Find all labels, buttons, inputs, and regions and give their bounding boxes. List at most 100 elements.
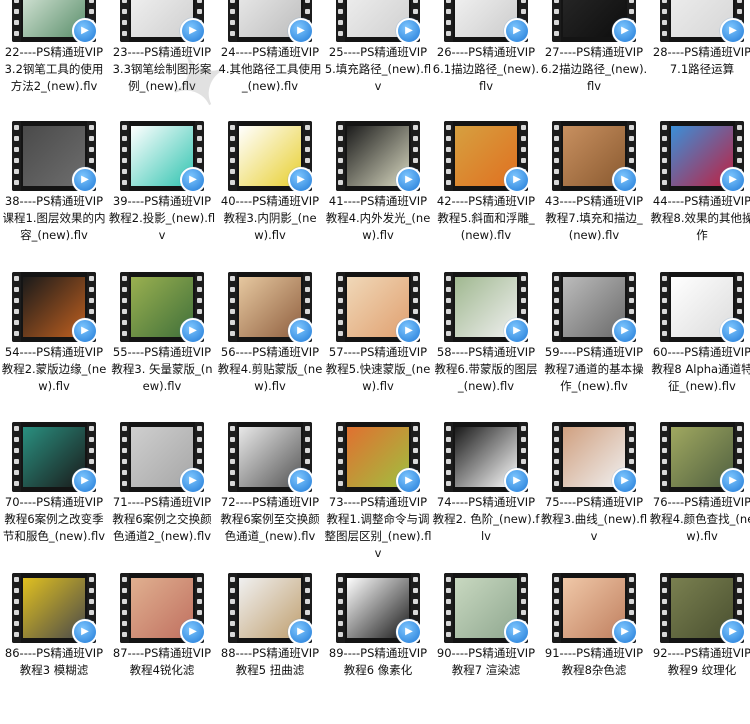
file-item[interactable]: ▶ 25----PS精通班VIP5.填充路径_(new).flv (324, 0, 432, 123)
file-item[interactable]: ▶ 41----PS精通班VIP教程4.内外发光_(new).flv (324, 121, 432, 272)
video-thumbnail[interactable]: ▶ (660, 272, 744, 342)
film-hole (89, 437, 94, 442)
video-thumbnail[interactable]: ▶ (120, 422, 204, 492)
film-hole (554, 588, 559, 593)
video-thumbnail[interactable]: ▶ (552, 272, 636, 342)
film-hole (338, 136, 343, 141)
video-thumbnail[interactable]: ▶ (444, 272, 528, 342)
video-thumbnail[interactable]: ▶ (552, 121, 636, 191)
file-item[interactable]: ▶ 27----PS精通班VIP6.2描边路径_(new).flv (540, 0, 648, 123)
file-item[interactable]: ▶ 39----PS精通班VIP教程2.投影_(new).flv (108, 121, 216, 272)
video-thumbnail[interactable]: ▶ (120, 573, 204, 643)
film-hole (338, 426, 343, 431)
file-item[interactable]: ▶ 26----PS精通班VIP6.1描边路径_(new).flv (432, 0, 540, 123)
film-hole (413, 0, 418, 3)
video-file-icon: ▶ (180, 318, 204, 342)
file-item[interactable]: ▶ 88----PS精通班VIP教程5 扭曲滤 (216, 573, 324, 724)
file-item[interactable]: ▶ 22----PS精通班VIP3.2钢笔工具的使用方法2_(new).flv (0, 0, 108, 123)
film-hole (662, 287, 667, 292)
file-name: 44----PS精通班VIP教程8.效果的其他操作 (650, 194, 750, 242)
file-item[interactable]: ▶ 89----PS精通班VIP教程6 像素化 (324, 573, 432, 724)
video-thumbnail[interactable]: ▶ (336, 272, 420, 342)
video-file-icon: ▶ (288, 318, 312, 342)
video-file-icon: ▶ (180, 468, 204, 492)
file-item[interactable]: ▶ 92----PS精通班VIP教程9 纹理化 (648, 573, 750, 724)
film-hole (629, 459, 634, 464)
file-item[interactable]: ▶ 76----PS精通班VIP教程4.颜色查找_(new).flv (648, 422, 750, 573)
video-thumbnail[interactable]: ▶ (12, 0, 96, 42)
film-hole (197, 426, 202, 431)
film-hole (446, 610, 451, 615)
video-thumbnail[interactable]: ▶ (228, 0, 312, 42)
film-strip (12, 272, 21, 342)
film-strip (12, 0, 21, 42)
file-item[interactable]: ▶ 58----PS精通班VIP教程6.带蒙版的图层_(new).flv (432, 272, 540, 423)
file-item[interactable]: ▶ 44----PS精通班VIP教程8.效果的其他操作 (648, 121, 750, 272)
video-thumbnail[interactable]: ▶ (12, 573, 96, 643)
film-hole (230, 610, 235, 615)
film-strip (336, 0, 345, 42)
film-strip (336, 422, 345, 492)
file-item[interactable]: ▶ 54----PS精通班VIP教程2.蒙版边缘_(new).flv (0, 272, 108, 423)
video-thumbnail[interactable]: ▶ (660, 573, 744, 643)
file-item[interactable]: ▶ 86----PS精通班VIP教程3 模糊滤 (0, 573, 108, 724)
video-thumbnail[interactable]: ▶ (444, 422, 528, 492)
file-item[interactable]: ▶ 40----PS精通班VIP教程3.内阴影_(new).flv (216, 121, 324, 272)
film-hole (197, 147, 202, 152)
file-item[interactable]: ▶ 73----PS精通班VIP教程1.调整命令与调整图层区别_(new).flv (324, 422, 432, 573)
video-thumbnail[interactable]: ▶ (12, 272, 96, 342)
video-thumbnail[interactable]: ▶ (336, 573, 420, 643)
file-item[interactable]: ▶ 74----PS精通班VIP教程2. 色阶_(new).flv (432, 422, 540, 573)
video-thumbnail[interactable]: ▶ (120, 272, 204, 342)
video-thumbnail[interactable]: ▶ (444, 0, 528, 42)
file-item[interactable]: ▶ 71----PS精通班VIP教程6案例之交换颜色通道2_(new).flv (108, 422, 216, 573)
video-thumbnail[interactable]: ▶ (552, 0, 636, 42)
video-thumbnail[interactable]: ▶ (12, 121, 96, 191)
file-item[interactable]: ▶ 75----PS精通班VIP教程3.曲线_(new).flv (540, 422, 648, 573)
film-hole (662, 298, 667, 303)
file-item[interactable]: ▶ 70----PS精通班VIP教程6案例之改变季节和服色_(new).flv (0, 422, 108, 573)
file-item[interactable]: ▶ 23----PS精通班VIP3.3钢笔绘制图形案例_(new).flv (108, 0, 216, 123)
film-hole (554, 136, 559, 141)
video-thumbnail[interactable]: ▶ (660, 121, 744, 191)
file-item[interactable]: ▶ 59----PS精通班VIP教程7通道的基本操作_(new).flv (540, 272, 648, 423)
file-item[interactable]: ▶ 28----PS精通班VIP7.1路径运算 (648, 0, 750, 123)
film-hole (14, 632, 19, 637)
video-thumbnail[interactable]: ▶ (336, 422, 420, 492)
film-hole (197, 136, 202, 141)
file-item[interactable]: ▶ 57----PS精通班VIP教程5.快速蒙版_(new).flv (324, 272, 432, 423)
video-thumbnail[interactable]: ▶ (444, 573, 528, 643)
video-thumbnail[interactable]: ▶ (228, 121, 312, 191)
video-thumbnail[interactable]: ▶ (660, 0, 744, 42)
video-thumbnail[interactable]: ▶ (336, 121, 420, 191)
film-hole (662, 125, 667, 130)
file-item[interactable]: ▶ 42----PS精通班VIP教程5.斜面和浮雕_(new).flv (432, 121, 540, 272)
film-hole (14, 158, 19, 163)
file-item[interactable]: ▶ 91----PS精通班VIP教程8杂色滤 (540, 573, 648, 724)
video-thumbnail[interactable]: ▶ (228, 272, 312, 342)
file-item[interactable]: ▶ 24----PS精通班VIP4.其他路径工具使用_(new).flv (216, 0, 324, 123)
video-thumbnail[interactable]: ▶ (228, 422, 312, 492)
file-item[interactable]: ▶ 72----PS精通班VIP教程6案例至交换颜色通道_(new).flv (216, 422, 324, 573)
video-thumbnail[interactable]: ▶ (12, 422, 96, 492)
file-item[interactable]: ▶ 90----PS精通班VIP教程7 渲染滤 (432, 573, 540, 724)
file-name: 91----PS精通班VIP教程8杂色滤 (544, 646, 644, 677)
video-thumbnail[interactable]: ▶ (552, 422, 636, 492)
file-item[interactable]: ▶ 56----PS精通班VIP教程4.剪贴蒙版_(new).flv (216, 272, 324, 423)
file-item[interactable]: ▶ 60----PS精通班VIP教程8 Alpha通道特征_(new).flv (648, 272, 750, 423)
video-thumbnail[interactable]: ▶ (228, 573, 312, 643)
video-thumbnail[interactable]: ▶ (336, 0, 420, 42)
film-hole (122, 169, 127, 174)
file-item[interactable]: ▶ 38----PS精通班VIP课程1.图层效果的内容_(new).flv (0, 121, 108, 272)
film-hole (305, 125, 310, 130)
file-item[interactable]: ▶ 55----PS精通班VIP教程3. 矢量蒙版_(new).flv (108, 272, 216, 423)
video-thumbnail[interactable]: ▶ (660, 422, 744, 492)
file-item[interactable]: ▶ 43----PS精通班VIP教程7.填充和描边_(new).flv (540, 121, 648, 272)
video-thumbnail[interactable]: ▶ (552, 573, 636, 643)
file-item[interactable]: ▶ 87----PS精通班VIP教程4锐化滤 (108, 573, 216, 724)
film-hole (662, 577, 667, 582)
video-thumbnail[interactable]: ▶ (120, 121, 204, 191)
video-thumbnail[interactable]: ▶ (444, 121, 528, 191)
video-thumbnail[interactable]: ▶ (120, 0, 204, 42)
film-hole (305, 9, 310, 14)
